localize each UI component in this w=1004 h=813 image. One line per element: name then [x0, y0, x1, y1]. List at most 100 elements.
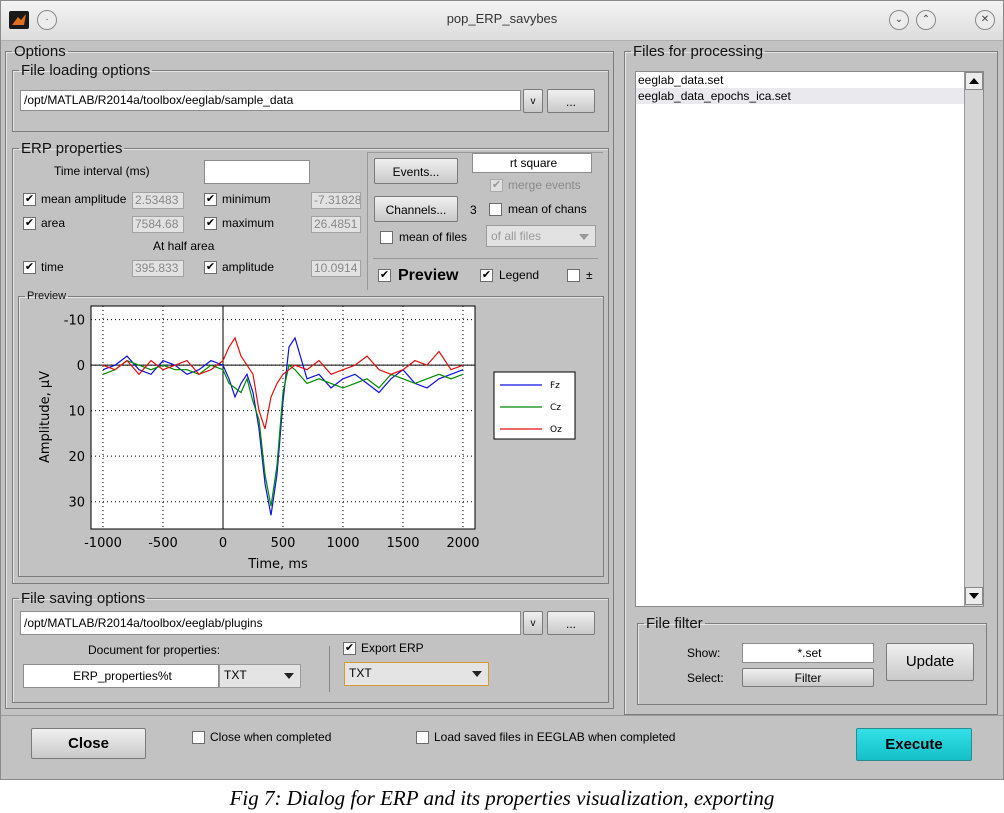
export-format-select[interactable]: TXT [344, 662, 489, 686]
mean-amplitude-value: 2.53483 [132, 192, 184, 209]
minimum-checkbox[interactable]: ✔ [204, 193, 217, 206]
amplitude-value: 10.0914 [311, 260, 361, 277]
close-button[interactable]: Close [31, 728, 146, 759]
window-title: pop_ERP_savybes [446, 11, 558, 26]
y-tick-label: -10 [64, 314, 85, 329]
mean-of-files-checkbox[interactable] [380, 231, 393, 244]
document-name-input[interactable]: ERP_properties%t [23, 664, 219, 688]
load-path-dropdown[interactable]: v [523, 89, 543, 113]
area-label: area [41, 216, 66, 230]
chevron-down-icon [579, 234, 589, 240]
list-item[interactable]: eeglab_data_epochs_ica.set [636, 88, 983, 104]
y-tick-label: 20 [68, 450, 85, 465]
load-saved-label: Load saved files in EEGLAB when complete… [434, 730, 676, 744]
list-item[interactable]: eeglab_data.set [636, 72, 983, 88]
y-tick-label: 30 [68, 496, 85, 511]
maximum-checkbox[interactable]: ✔ [204, 217, 217, 230]
doc-format-value: TXT [224, 668, 247, 682]
x-axis-label: Time, ms [247, 557, 308, 572]
update-button[interactable]: Update [886, 643, 974, 681]
erp-chart: -1000 -500 0 500 1000 1500 2000 -10 0 10 20 30 Time… [38, 305, 576, 572]
events-button[interactable]: Events... [374, 158, 458, 184]
close-window-icon[interactable]: ✕ [975, 10, 995, 30]
time-label: time [41, 260, 64, 274]
execute-button[interactable]: Execute [856, 728, 972, 761]
merge-events-checkbox[interactable]: ✔ [490, 179, 503, 192]
legend-label: Cz [550, 403, 561, 413]
doc-format-select[interactable]: TXT [219, 664, 301, 688]
minimum-label: minimum [222, 192, 271, 206]
document-label: Document for properties: [88, 643, 221, 657]
select-label: Select: [687, 671, 724, 685]
channels-count: 3 [470, 203, 477, 217]
x-tick-label: -1000 [84, 536, 122, 551]
chevron-down-icon [284, 673, 294, 679]
legend-label: Legend [499, 268, 540, 282]
mean-of-files-label: mean of files [399, 230, 468, 244]
export-format-value: TXT [349, 666, 372, 680]
area-checkbox[interactable]: ✔ [23, 217, 36, 230]
close-when-completed-checkbox[interactable] [192, 731, 205, 744]
mean-of-chans-checkbox[interactable] [489, 203, 502, 216]
pm-label: ± [586, 268, 593, 282]
y-axis-label: Amplitude, µV [38, 371, 53, 463]
area-value: 7584.68 [132, 216, 184, 233]
maximum-label: maximum [222, 216, 275, 230]
file-loading-legend: File loading options [21, 62, 151, 79]
export-erp-label: Export ERP [361, 641, 424, 655]
merge-events-label: merge events [508, 178, 581, 192]
bottom-bar [1, 715, 1003, 779]
maximize-icon[interactable]: ⌃ [916, 10, 936, 30]
mean-amplitude-checkbox[interactable]: ✔ [23, 193, 36, 206]
time-checkbox[interactable]: ✔ [23, 261, 36, 274]
legend-checkbox[interactable]: ✔ [480, 269, 493, 282]
x-tick-label: -500 [148, 536, 178, 551]
filter-button[interactable]: Filter [742, 668, 874, 687]
amplitude-label: amplitude [222, 260, 275, 274]
scroll-down-icon[interactable] [965, 587, 983, 605]
x-tick-label: 1500 [386, 536, 419, 551]
minimum-value: -7.31828 [311, 192, 361, 209]
chart-legend: Fz Cz Oz [493, 371, 576, 440]
x-tick-label: 2000 [446, 536, 479, 551]
save-browse-button[interactable]: ... [547, 611, 595, 635]
time-value: 395.833 [132, 260, 184, 277]
chevron-down-icon [472, 671, 482, 677]
x-tick-label: 0 [219, 536, 227, 551]
show-filter-input[interactable]: *.set [742, 643, 874, 663]
y-tick-label: 0 [77, 359, 85, 374]
file-filter-legend: File filter [646, 615, 703, 632]
channels-button[interactable]: Channels... [374, 196, 458, 222]
separator [373, 258, 598, 259]
file-list[interactable]: eeglab_data.set eeglab_data_epochs_ica.s… [635, 71, 984, 607]
mean-of-chans-label: mean of chans [508, 202, 587, 216]
legend-label: Fz [550, 381, 560, 391]
preview-label: Preview [398, 267, 459, 284]
load-saved-checkbox[interactable] [416, 731, 429, 744]
legend-label: Oz [550, 425, 562, 435]
x-tick-label: 1000 [326, 536, 359, 551]
maximum-value: 26.4851 [311, 216, 361, 233]
show-label: Show: [687, 646, 721, 660]
amplitude-checkbox[interactable]: ✔ [204, 261, 217, 274]
of-all-files-value: of all files [491, 229, 542, 243]
y-tick-label: 10 [68, 405, 85, 420]
export-erp-checkbox[interactable]: ✔ [343, 642, 356, 655]
file-saving-legend: File saving options [21, 590, 146, 607]
time-interval-input[interactable] [204, 160, 310, 184]
of-all-files-select[interactable]: of all files [486, 225, 596, 247]
scroll-up-icon[interactable] [965, 72, 983, 90]
mean-amplitude-label: mean amplitude [41, 192, 127, 206]
load-browse-button[interactable]: ... [547, 89, 595, 113]
save-path-dropdown[interactable]: v [523, 611, 543, 635]
close-when-completed-label: Close when completed [210, 730, 332, 744]
preview-checkbox[interactable]: ✔ [378, 269, 391, 282]
pm-checkbox[interactable] [567, 269, 580, 282]
events-input[interactable]: rt square [472, 153, 592, 173]
file-list-scrollbar[interactable] [964, 72, 983, 606]
save-path-input[interactable]: /opt/MATLAB/R2014a/toolbox/eeglab/plugin… [20, 611, 521, 635]
load-path-input[interactable]: /opt/MATLAB/R2014a/toolbox/eeglab/sample… [20, 90, 521, 111]
plot-area [90, 305, 476, 530]
x-tick-label: 500 [271, 536, 296, 551]
minimize-icon[interactable]: ⌄ [889, 10, 909, 30]
